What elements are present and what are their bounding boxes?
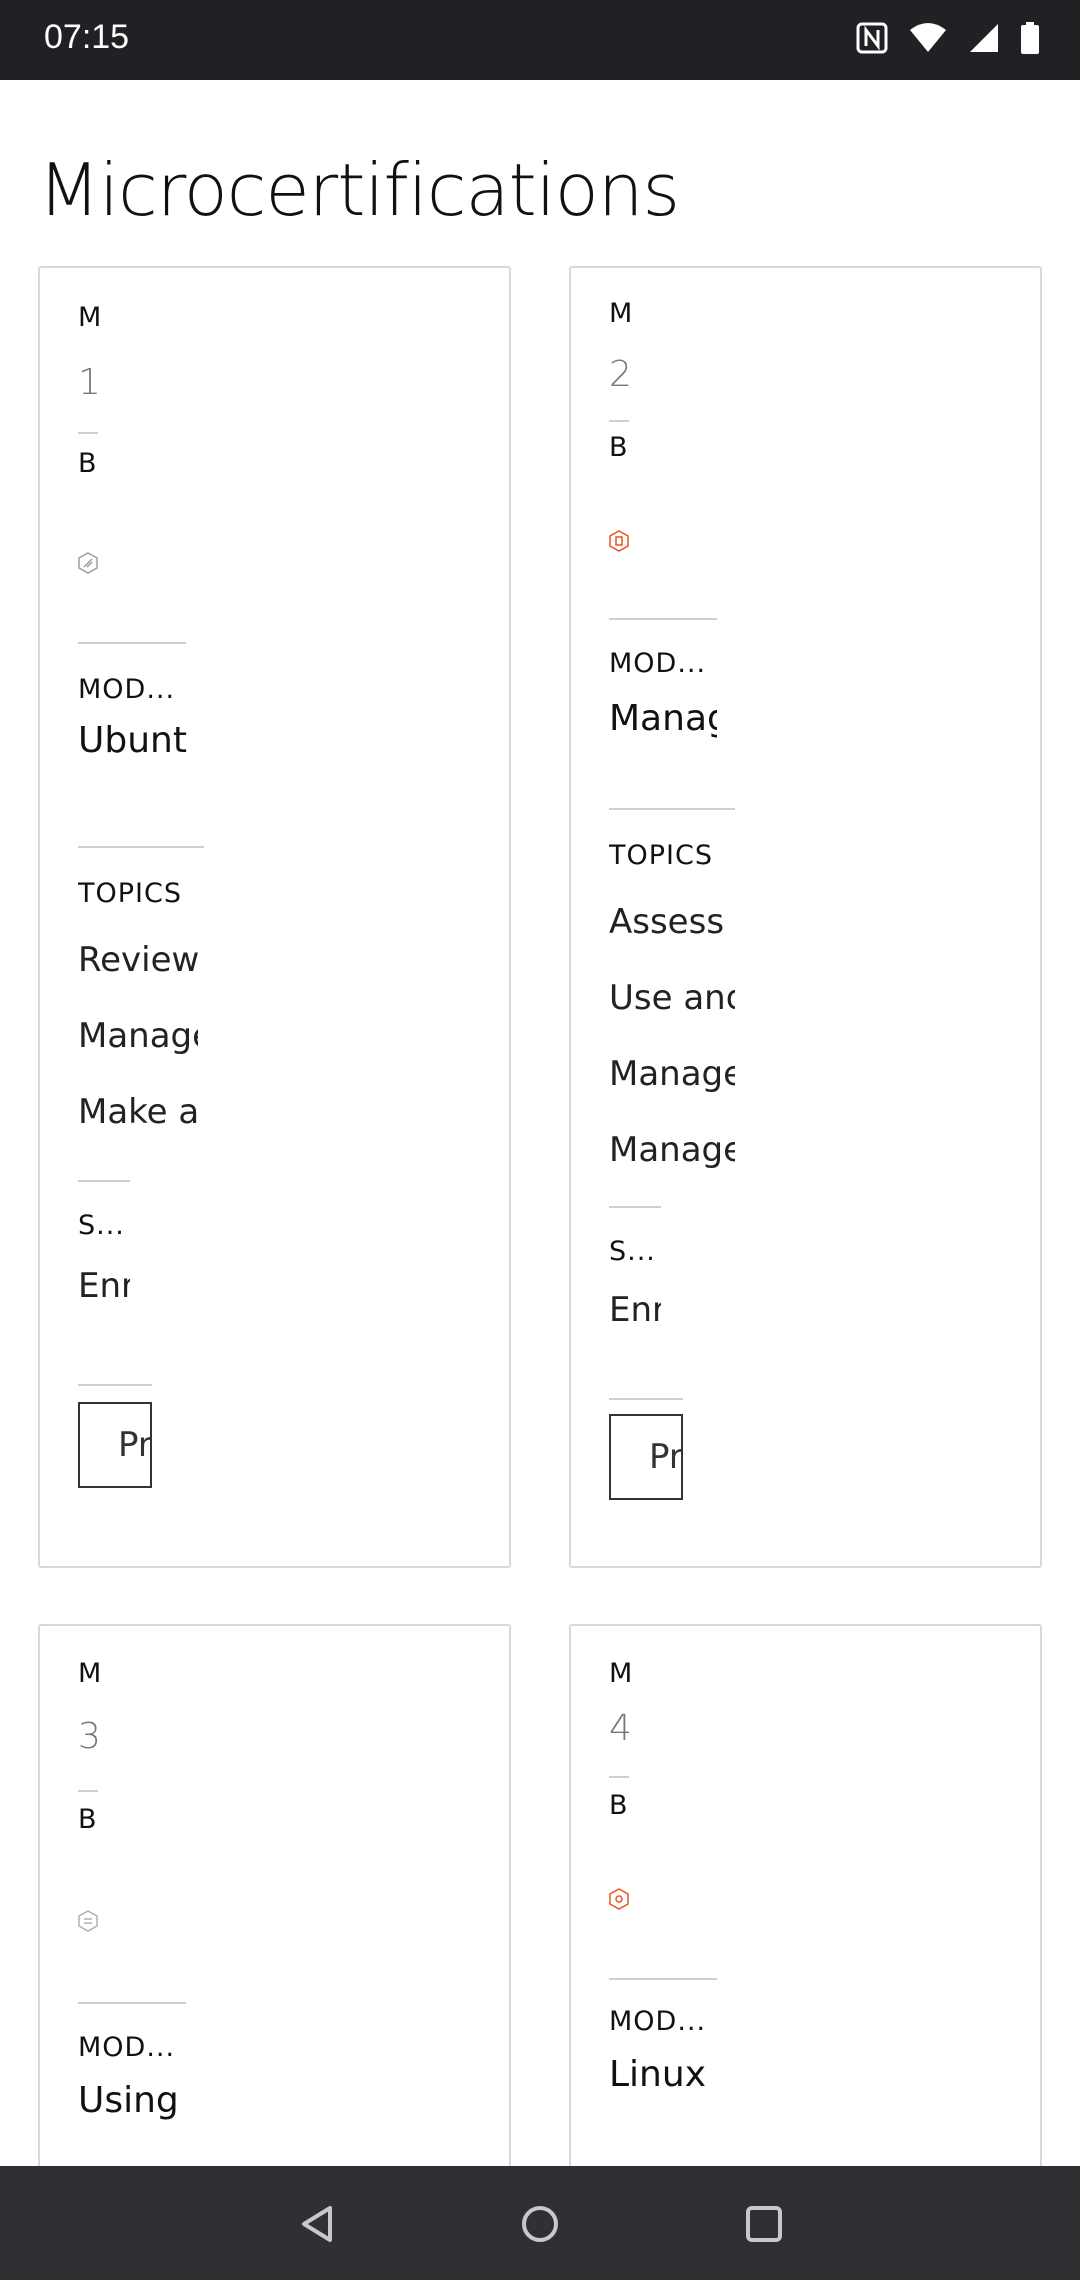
module-name: Using [78,2080,179,2121]
divider [78,642,186,644]
card-number: 1 [78,362,101,403]
badge-icon [609,1888,629,1910]
home-icon [520,2204,560,2248]
card-eyebrow: M [78,1658,103,1689]
topic-item: Make ac [78,1092,198,1132]
module-name: Ubunt [78,720,187,761]
card-number: 3 [78,1716,101,1757]
home-button[interactable] [500,2186,580,2266]
module-label: MOD... [609,2006,707,2037]
microcert-card-4: M 4 B MOD... Linux I [569,1624,1042,2184]
topic-item: Manage [609,1054,735,1094]
card-action-button[interactable]: Pr [609,1414,683,1500]
divider [78,432,98,434]
wifi-icon [908,22,948,54]
card-eyebrow: M [609,1658,634,1689]
signal-icon [968,22,1000,54]
status-value: Enr [78,1266,130,1306]
back-button[interactable] [278,2186,358,2266]
battery-icon [1020,22,1040,54]
divider [609,1978,717,1980]
card-number: 4 [609,1708,632,1749]
topic-item: Assess p [609,902,735,942]
module-label: MOD... [609,648,707,679]
status-value: Enr [609,1290,661,1330]
topic-item: Manage [609,1130,735,1170]
badge-icon [78,552,98,574]
divider [609,420,629,422]
back-icon [298,2204,338,2248]
nfc-icon [856,22,888,54]
page-title: Microcertifications [38,148,680,232]
module-name: Manag [609,698,717,739]
topic-item: Review [78,940,198,980]
topics-label: TOPICS [609,840,713,871]
divider [78,1384,152,1386]
divider [609,1206,661,1208]
microcert-card-1: M 1 B MOD... Ubunt TOPICS Review Manage … [38,266,511,1568]
microcert-card-2: M 2 B MOD... Manag TOPICS Assess p Use a… [569,266,1042,1568]
topic-item: Manage [78,1016,198,1056]
divider [609,1398,683,1400]
topic-item: Use and [609,978,735,1018]
card-number: 2 [609,354,632,395]
topics-label: TOPICS [78,878,182,909]
divider [78,846,204,848]
microcert-card-3: M 3 B MOD... Using [38,1624,511,2184]
module-label: MOD... [78,674,176,705]
divider [78,2002,186,2004]
divider [609,1776,629,1778]
card-eyebrow: M [78,302,103,333]
divider [609,618,717,620]
module-label: MOD... [78,2032,176,2063]
divider [78,1180,130,1182]
badge-icon [78,1910,98,1932]
divider [609,808,735,810]
status-icons [856,22,1040,54]
badge-label: B [609,1790,629,1821]
card-eyebrow: M [609,298,634,329]
card-action-button[interactable]: Pr [78,1402,152,1488]
system-nav-bar [0,2166,1080,2280]
status-time: 07:15 [44,18,130,56]
badge-icon [609,530,629,552]
divider [78,1790,98,1792]
status-label: S... [609,1236,656,1267]
recents-button[interactable] [724,2186,804,2266]
status-bar: 07:15 [0,0,1080,80]
badge-label: B [78,1804,98,1835]
module-name: Linux I [609,2054,717,2095]
status-label: S... [78,1210,125,1241]
badge-label: B [609,432,629,463]
badge-label: B [78,448,98,479]
recents-icon [744,2204,784,2248]
